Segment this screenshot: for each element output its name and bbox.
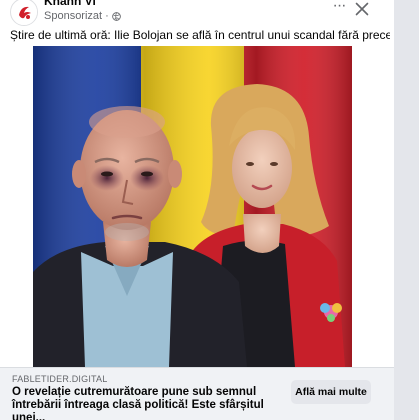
post-image[interactable] — [33, 46, 352, 367]
post-photo — [33, 46, 352, 367]
close-button[interactable] — [353, 0, 371, 18]
more-options-button[interactable]: ··· — [327, 0, 351, 18]
link-domain: FABLETIDER.DIGITAL — [12, 374, 108, 384]
learn-more-button[interactable]: Află mai multe — [291, 380, 371, 404]
sponsored-row: Sponsorizat · — [44, 10, 121, 22]
post-caption: Știre de ultimă oră: Ilie Bolojan se afl… — [10, 28, 390, 42]
separator-dot: · — [105, 10, 109, 22]
page-background-right — [394, 0, 419, 420]
page-logo-icon — [12, 0, 37, 25]
sponsored-label[interactable]: Sponsorizat — [44, 10, 102, 22]
post-header: Khanh Vi Sponsorizat · ··· — [0, 0, 394, 28]
sponsored-post: Khanh Vi Sponsorizat · ··· Știre de ulti… — [0, 0, 394, 420]
close-icon — [355, 2, 369, 16]
page-avatar[interactable] — [10, 0, 38, 26]
link-preview[interactable]: FABLETIDER.DIGITAL O revelație cutremură… — [0, 367, 394, 420]
globe-icon — [111, 11, 121, 21]
page-name-link[interactable]: Khanh Vi — [44, 0, 96, 8]
link-title[interactable]: O revelație cutremurătoare pune sub semn… — [12, 386, 280, 420]
more-options-icon: ··· — [332, 0, 347, 14]
